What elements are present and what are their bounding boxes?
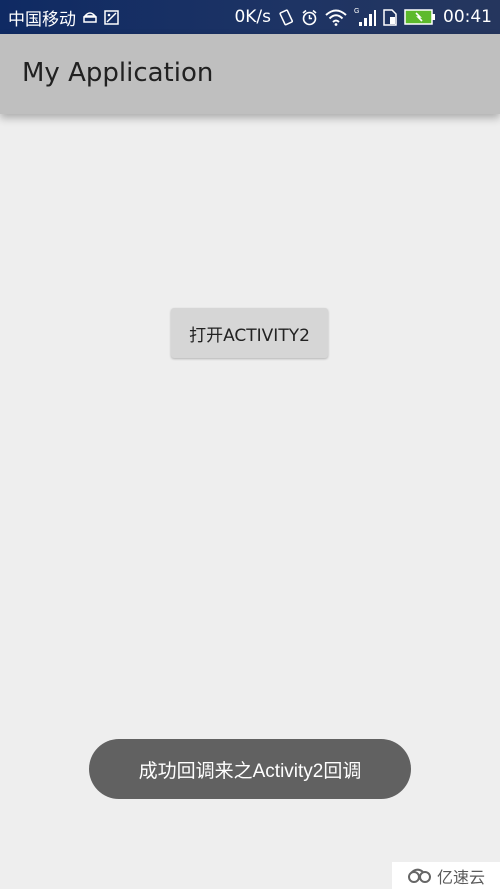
cloud-logo-icon bbox=[407, 868, 433, 884]
sim-icon bbox=[383, 8, 397, 26]
wifi-icon bbox=[325, 9, 347, 26]
watermark: 亿速云 bbox=[392, 862, 500, 889]
svg-text:G: G bbox=[354, 8, 359, 15]
android-debug-icon bbox=[82, 10, 98, 24]
image-icon bbox=[104, 9, 119, 25]
net-speed: 0K/s bbox=[234, 7, 271, 27]
toast-text: 成功回调来之Activity2回调 bbox=[138, 760, 362, 782]
clock: 00:41 bbox=[443, 7, 492, 27]
app-title: My Application bbox=[22, 58, 214, 88]
app-bar: My Application bbox=[0, 34, 500, 114]
toast-message: 成功回调来之Activity2回调 bbox=[89, 739, 411, 799]
alarm-icon bbox=[301, 9, 318, 26]
battery-charging-icon bbox=[404, 9, 436, 25]
cell-signal-icon: G bbox=[354, 7, 376, 27]
status-bar: 中国移动 0K/s G 00:41 bbox=[0, 0, 500, 34]
carrier-label: 中国移动 bbox=[8, 9, 76, 30]
open-activity2-button[interactable]: 打开ACTIVITY2 bbox=[171, 308, 328, 358]
watermark-text: 亿速云 bbox=[436, 867, 485, 887]
vibrate-icon bbox=[278, 8, 294, 26]
